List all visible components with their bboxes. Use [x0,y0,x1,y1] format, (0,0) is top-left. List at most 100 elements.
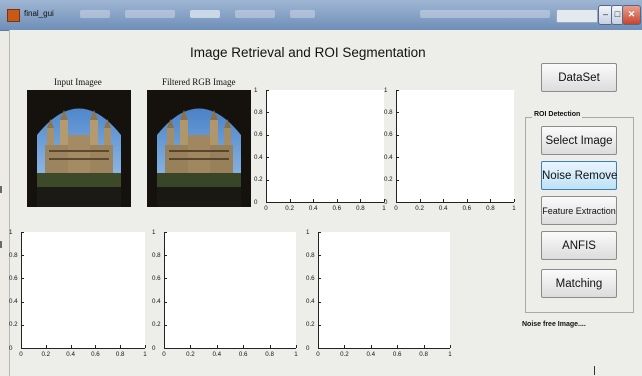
x-axis-line [318,348,450,349]
x-tick-label: 0 [162,351,166,358]
x-tick-label: 1 [448,351,452,358]
x-tick-mark [490,199,492,202]
blurred-tab [290,10,315,18]
feature-extraction-button[interactable]: Feature Extraction [541,196,617,225]
plot-top-1: 1 0.8 0.6 0.4 0.2 0 0 0.2 0.4 0.6 0.8 1 [254,86,390,216]
y-tick-label: 0.2 [152,321,161,329]
x-tick-mark [396,199,397,202]
x-tick-label: 0 [394,205,398,212]
y-tick-mark [164,301,167,303]
x-tick-mark [344,345,346,348]
x-tick-label: 0.2 [186,351,195,358]
x-tick-label: 0 [264,205,268,212]
x-tick-mark [95,345,97,348]
y-tick-label: 0.4 [384,153,393,161]
y-tick-mark [164,278,167,280]
y-tick-label: 0.2 [254,176,263,184]
x-tick-mark [70,345,72,348]
close-button[interactable]: ✕ [622,5,641,25]
roi-detection-title: ROI Detection [532,111,583,118]
x-tick-label: 0 [19,351,23,358]
y-tick-mark [396,134,399,136]
y-tick-label: 0.2 [9,321,18,329]
x-tick-label: 0.2 [285,205,294,212]
status-text: Noise free Image.... [522,321,586,328]
y-tick-mark [21,301,24,303]
y-axis-line [318,232,319,348]
x-tick-mark [164,345,165,348]
y-tick-label: 0.4 [254,153,263,161]
x-tick-mark [514,199,515,202]
y-tick-mark [164,324,167,326]
y-tick-mark [396,157,399,159]
y-tick-label: 0.8 [254,108,263,116]
noise-remove-button[interactable]: Noise Remove [541,161,617,190]
x-tick-label: 0.6 [91,351,100,358]
plot-area [396,90,514,202]
y-tick-label: 0.4 [9,298,18,306]
x-tick-label: 0.4 [212,351,222,358]
y-tick-mark [318,301,321,303]
x-tick-mark [318,345,319,348]
x-tick-mark [269,345,271,348]
blurred-tab [125,10,175,18]
y-tick-mark [21,278,24,280]
y-tick-mark [164,255,167,257]
y-tick-mark [318,255,321,257]
y-tick-label: 0.2 [306,321,315,329]
y-tick-label: 0.8 [152,251,161,259]
y-tick-label: 0.6 [384,131,393,139]
y-tick-mark [266,90,269,91]
x-tick-mark [145,345,146,348]
x-tick-mark [243,345,245,348]
y-tick-mark [396,90,399,91]
y-tick-mark [396,179,399,181]
x-tick-label: 0.8 [115,351,125,358]
y-tick-mark [318,278,321,280]
x-tick-label: 0.4 [66,351,75,358]
y-tick-mark [396,202,399,203]
x-tick-label: 0.2 [340,351,349,358]
x-tick-label: 0.6 [238,351,248,358]
x-tick-label: 0.4 [438,205,448,212]
x-tick-mark [296,345,297,348]
y-tick-mark [21,348,24,349]
y-tick-label: 0.6 [254,131,263,139]
window-title: final_gui [24,9,54,18]
y-tick-mark [266,157,269,159]
x-tick-mark [419,199,421,202]
y-tick-label: 0.6 [9,274,18,282]
x-tick-mark [370,345,372,348]
dataset-button[interactable]: DataSet [541,63,617,92]
x-axis-line [21,348,145,349]
anfis-button[interactable]: ANFIS [541,231,617,260]
x-tick-mark [216,345,218,348]
y-tick-mark [318,232,321,233]
x-tick-label: 1 [294,351,298,358]
blurred-tab [190,10,220,18]
y-tick-label: 1 [152,228,156,236]
x-tick-mark [120,345,122,348]
search-box[interactable] [556,9,598,23]
x-tick-mark [266,199,267,202]
x-tick-mark [21,345,22,348]
plot-area [21,232,145,348]
x-tick-mark [443,199,445,202]
select-image-button[interactable]: Select Image [541,126,617,155]
plot-bottom-1: 1 0.8 0.6 0.4 0.2 0 0 0.2 0.4 0.6 0.8 1 [9,228,151,362]
x-tick-label: 1 [143,351,147,358]
text-cursor [594,366,595,375]
x-tick-mark [289,199,291,202]
y-tick-mark [21,232,24,233]
matching-button[interactable]: Matching [541,269,617,298]
blurred-tab [80,10,110,18]
x-tick-label: 0.6 [462,205,472,212]
x-tick-label: 0 [316,351,320,358]
y-tick-label: 0.8 [306,251,315,259]
y-axis-line [164,232,165,348]
y-tick-mark [21,324,24,326]
y-tick-label: 0.8 [9,251,18,259]
plot-top-2: 1 0.8 0.6 0.4 0.2 0 0 0.2 0.4 0.6 0.8 1 [384,86,520,216]
y-tick-label: 1 [306,228,310,236]
y-tick-mark [266,202,269,203]
